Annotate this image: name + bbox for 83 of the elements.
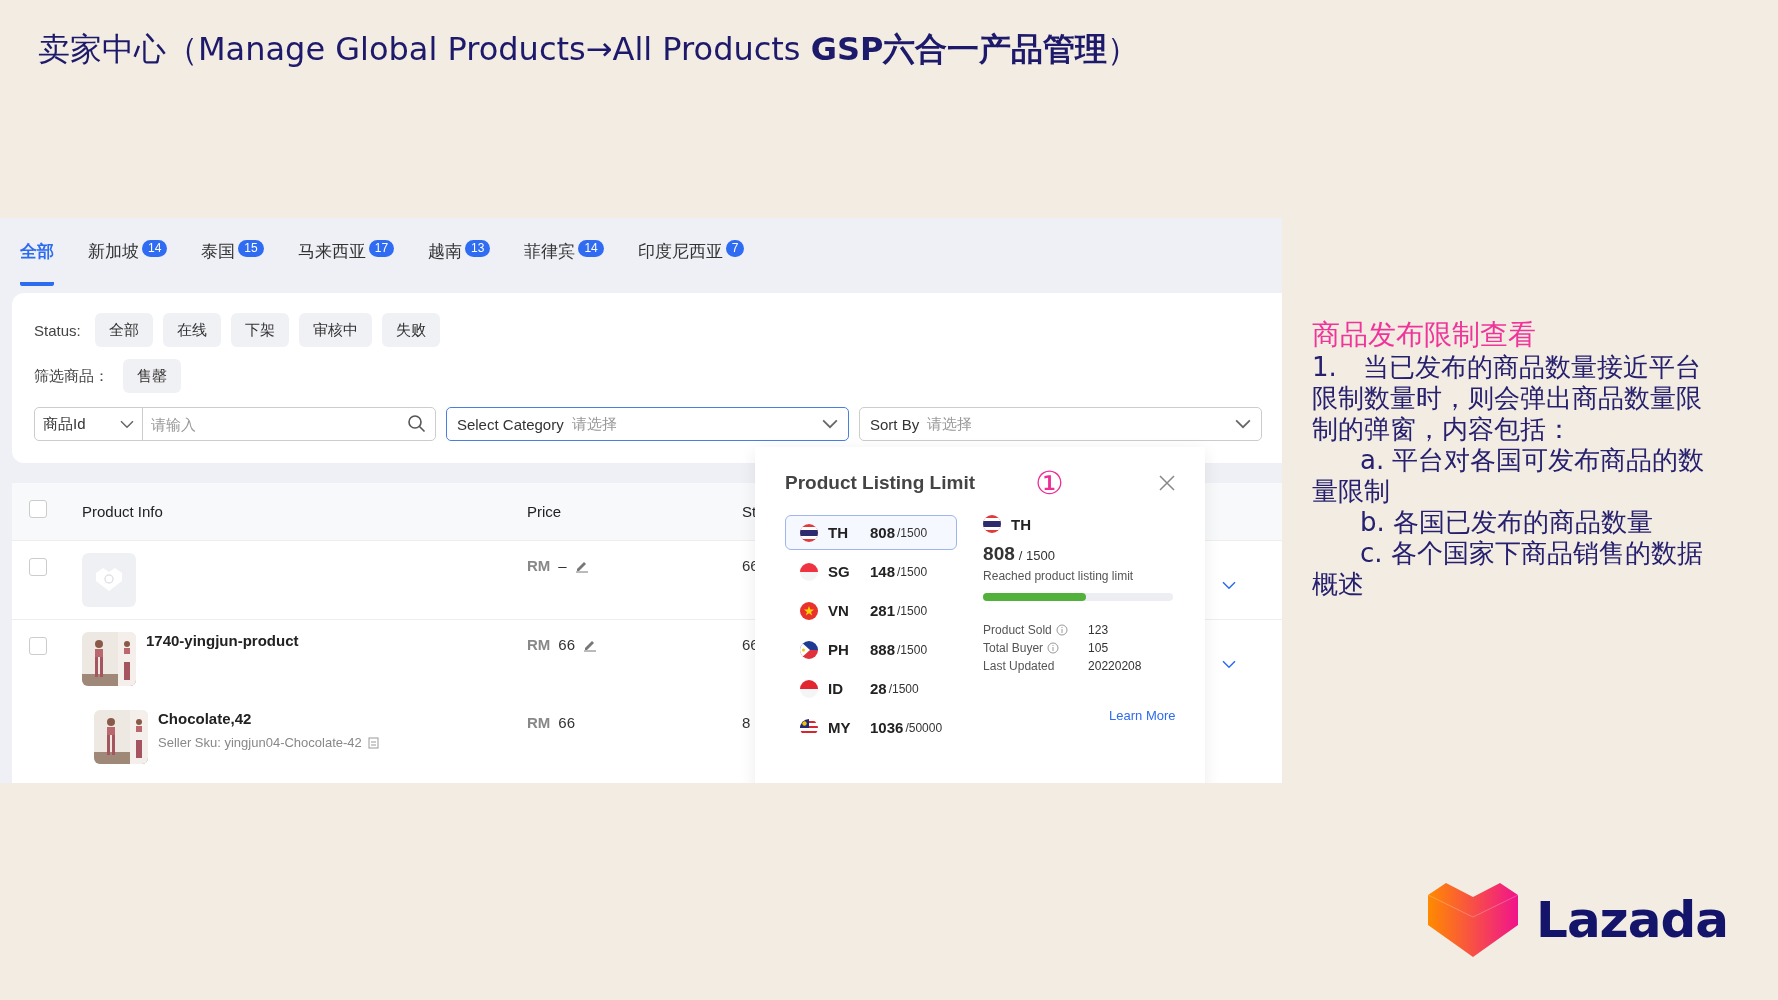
dropdown-select[interactable]: Select Category 请选择 [445, 407, 849, 441]
count-badge: 15 [238, 240, 264, 257]
price-value: – [558, 557, 567, 574]
close-button[interactable] [1159, 475, 1175, 491]
stock-value: 8 [742, 714, 751, 731]
currency-label: RM [527, 636, 551, 653]
popup-title: Product Listing Limit [785, 472, 975, 494]
country-item[interactable]: MY 1036/50000 [785, 710, 958, 745]
country-item[interactable]: VN 281/1500 [785, 593, 958, 628]
count-badge: 14 [578, 240, 604, 257]
status-chip[interactable]: 失败 [381, 313, 440, 347]
flag-icon [800, 601, 818, 620]
stat-value: 123 [1088, 623, 1110, 637]
field-type-select[interactable]: 商品Id [35, 408, 143, 440]
country-tab[interactable]: 全部 [20, 240, 54, 286]
copy-icon[interactable] [367, 736, 379, 749]
country-item[interactable]: SG 148/1500 [785, 554, 958, 589]
search-icon[interactable] [406, 414, 427, 434]
country-item[interactable]: PH 888/1500 [785, 632, 958, 667]
step-marker: ① [1035, 467, 1065, 499]
select-placeholder: 请选择 [571, 414, 618, 434]
status-chip[interactable]: 审核中 [298, 313, 372, 347]
checkbox[interactable] [29, 558, 47, 576]
country-tab[interactable]: 马来西亚 17 [297, 240, 395, 286]
country-code: TH [1011, 515, 1033, 533]
status-chip[interactable]: 全部 [94, 313, 153, 347]
search-field[interactable]: 商品Id 请输入 [34, 407, 436, 441]
stat-label: Product Sold [983, 623, 1052, 637]
seller-sku: Seller Sku: yingjun04-Chocolate-42 [158, 735, 362, 750]
select-placeholder: 请选择 [927, 414, 974, 434]
column-header: Product Info [82, 502, 163, 522]
logo-icon [1428, 883, 1518, 957]
country-tab[interactable]: 印度尼西亚 7 [637, 240, 745, 286]
flag-icon [800, 523, 818, 542]
status-chip[interactable]: 在线 [162, 313, 221, 347]
status-chip[interactable]: 下架 [230, 313, 289, 347]
checkbox[interactable] [29, 500, 47, 518]
note-paragraph: b. 各国已发布的商品数量 [1359, 507, 1655, 538]
count-badge: 13 [465, 240, 491, 257]
slide-title: 卖家中心（Manage Global Products→All Products GSP六合一产品管理） [37, 29, 1141, 70]
currency-label: RM [527, 557, 551, 574]
listing-count: 808 [983, 543, 1015, 565]
chevron-down-icon [821, 419, 838, 429]
country-tab[interactable]: 越南 13 [428, 240, 491, 286]
column-header: Price [527, 502, 562, 522]
stat-label: Last Updated [983, 659, 1055, 673]
notes-heading: 商品发布限制查看 [1312, 318, 1537, 352]
price-value: 66 [558, 636, 575, 653]
chevron-down-icon [120, 419, 134, 429]
country-tab[interactable]: 泰国 15 [201, 240, 264, 286]
count-badge: 7 [725, 240, 745, 257]
checkbox[interactable] [29, 637, 47, 655]
select-label: Sort By [869, 415, 920, 433]
country-tab[interactable]: 菲律宾 14 [524, 240, 604, 286]
filter-label: 筛选商品： [34, 366, 109, 386]
flag-icon [800, 679, 818, 698]
country-tab[interactable]: 新加坡 14 [88, 240, 168, 286]
product-name: Chocolate,42 [158, 710, 253, 727]
stat-value: 20220208 [1088, 659, 1143, 673]
count-badge: 17 [368, 240, 395, 257]
column-header: St [742, 502, 757, 522]
filter-label: Status: [34, 321, 81, 339]
chevron-down-icon [1235, 419, 1251, 429]
count-badge: 14 [142, 240, 168, 257]
flag-icon [800, 562, 818, 581]
filter-chip[interactable]: 售罄 [123, 359, 181, 393]
flag-icon [800, 640, 818, 659]
dropdown-select[interactable]: Sort By 请选择 [858, 407, 1262, 441]
product-name: 1740-yingjun-product [146, 632, 299, 649]
stat-value: 105 [1088, 641, 1110, 655]
stat-label: Total Buyer [983, 641, 1044, 655]
logo-wordmark: Lazada [1536, 891, 1728, 949]
select-label: Select Category [456, 415, 564, 433]
image-placeholder-icon [82, 553, 136, 607]
price-value: 66 [558, 714, 575, 731]
note-paragraph: c. 各个国家下商品销售的数据概述 [1312, 538, 1704, 600]
country-item[interactable]: ID 28/1500 [785, 671, 958, 706]
limit-message: Reached product listing limit [983, 569, 1135, 583]
learn-more-link[interactable]: Learn More [1109, 708, 1176, 723]
flag-icon [983, 515, 1002, 533]
listing-limit: / 1500 [1018, 548, 1055, 563]
country-item[interactable]: TH 808/1500 [785, 515, 958, 550]
currency-label: RM [527, 714, 551, 731]
